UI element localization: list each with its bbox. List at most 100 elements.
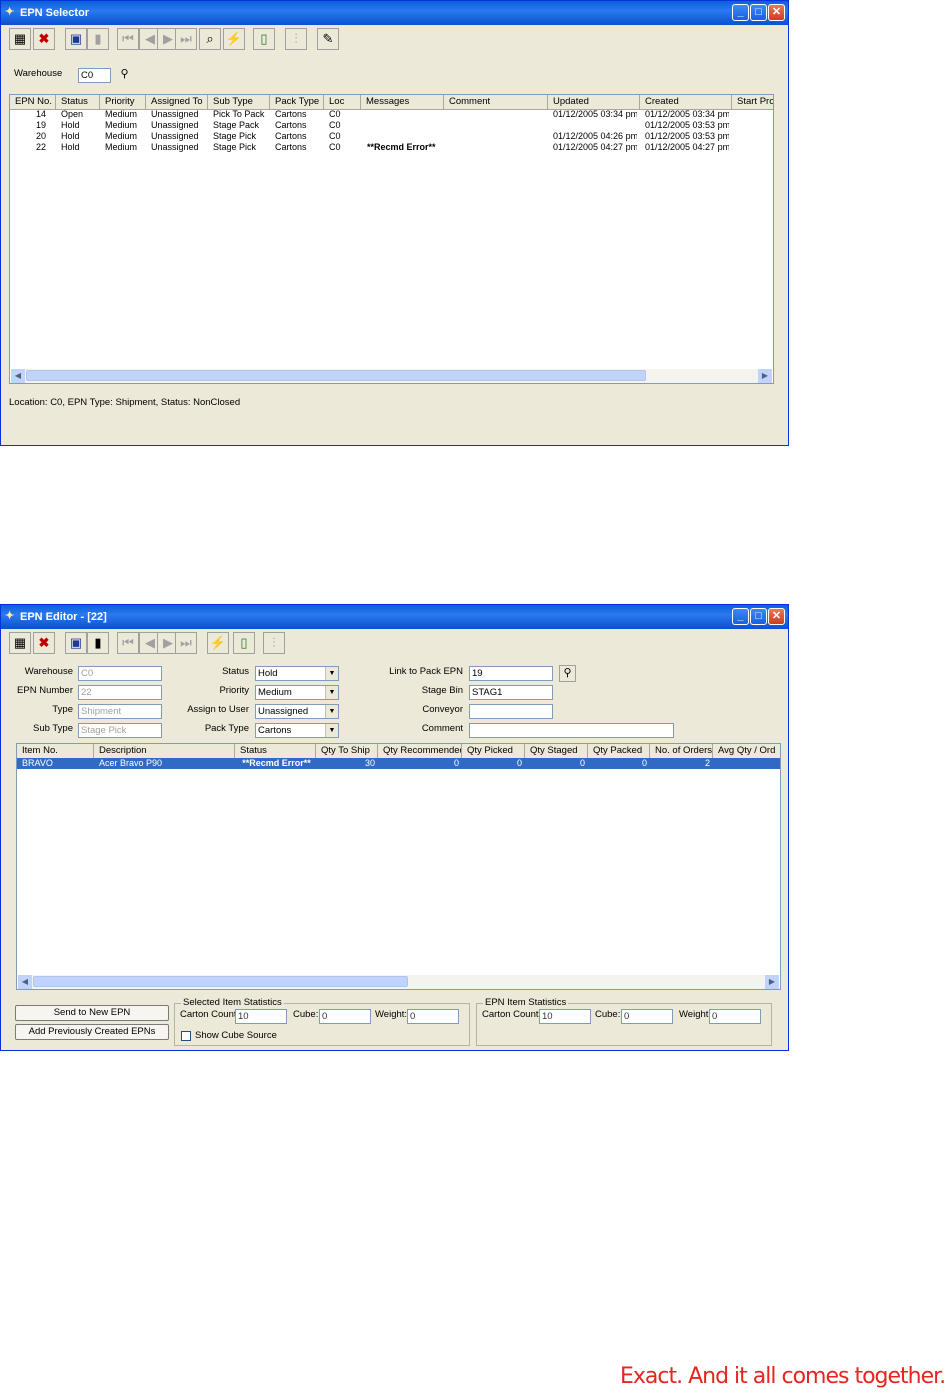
item-grid[interactable]: Item No. Description Status Qty To Ship Qty …: [16, 743, 781, 990]
stage-bin-field[interactable]: STAG1: [469, 685, 553, 700]
status-value: Hold: [258, 668, 278, 679]
save-icon[interactable]: ▣: [65, 28, 87, 50]
column-header[interactable]: Sub Type: [208, 95, 270, 109]
binoculars-icon[interactable]: ⚲: [559, 665, 576, 682]
scroll-thumb[interactable]: [26, 370, 646, 381]
editor-warehouse-field[interactable]: C0: [78, 666, 162, 681]
minimize-button[interactable]: _: [732, 608, 749, 625]
close-button[interactable]: ✕: [768, 608, 785, 625]
column-header[interactable]: Updated: [548, 95, 640, 109]
last-record-icon[interactable]: ⏭: [175, 28, 197, 50]
scroll-thumb[interactable]: [33, 976, 408, 987]
pack-type-select[interactable]: Cartons ▼: [255, 723, 339, 738]
epn-number-field[interactable]: 22: [78, 685, 162, 700]
table-cell: **Recmd Error**: [367, 142, 436, 152]
chevron-down-icon[interactable]: ▼: [325, 667, 338, 680]
column-header[interactable]: Start Proce: [732, 95, 773, 109]
minimize-button[interactable]: _: [732, 4, 749, 21]
editor-title: EPN Editor - [22]: [20, 611, 107, 623]
chart-icon[interactable]: ⫶: [285, 28, 307, 50]
process-icon[interactable]: ⚡: [207, 632, 229, 654]
save-icon[interactable]: ▣: [65, 632, 87, 654]
maximize-button[interactable]: □: [750, 608, 767, 625]
column-header[interactable]: Qty To Ship: [316, 744, 378, 758]
column-header[interactable]: Pack Type: [270, 95, 324, 109]
selected-cube-field: 0: [319, 1009, 371, 1024]
trash-icon[interactable]: ▮: [87, 28, 109, 50]
process-icon[interactable]: ⚡: [223, 28, 245, 50]
first-record-icon[interactable]: ⏮: [117, 632, 139, 654]
send-to-new-epn-button[interactable]: Send to New EPN: [15, 1005, 169, 1021]
chevron-down-icon[interactable]: ▼: [325, 686, 338, 699]
column-header[interactable]: Item No.: [17, 744, 94, 758]
table-cell: 01/12/2005 04:26 pm: [553, 131, 637, 141]
priority-select[interactable]: Medium ▼: [255, 685, 339, 700]
link-pack-epn-label: Link to Pack EPN: [389, 666, 463, 677]
delete-icon[interactable]: ✖: [33, 632, 55, 654]
type-field[interactable]: Shipment: [78, 704, 162, 719]
assign-user-value: Unassigned: [258, 706, 309, 717]
scroll-right-icon[interactable]: ▶: [765, 975, 779, 989]
table-row[interactable]: 22 Hold Medium Unassigned Stage Pick Cartons C…: [10, 142, 773, 153]
column-header[interactable]: Avg Qty / Ord: [713, 744, 780, 758]
sub-type-field[interactable]: Stage Pick: [78, 723, 162, 738]
add-previously-created-epns-button[interactable]: Add Previously Created EPNs: [15, 1024, 169, 1040]
epn-item-statistics-title: EPN Item Statistics: [483, 997, 569, 1008]
item-grid-hscrollbar[interactable]: ◀ ▶: [18, 975, 779, 989]
column-header[interactable]: Qty Recommended: [378, 744, 462, 758]
column-header[interactable]: Loc: [324, 95, 361, 109]
table-row[interactable]: BRAVO Acer Bravo P90 **Recmd Error** 30 0 0 0 0…: [17, 758, 780, 769]
maximize-button[interactable]: □: [750, 4, 767, 21]
first-record-icon[interactable]: ⏮: [117, 28, 139, 50]
selector-title-bar[interactable]: ✦ EPN Selector _ □ ✕: [1, 1, 788, 25]
column-header[interactable]: Qty Packed: [588, 744, 650, 758]
column-header[interactable]: Qty Picked: [462, 744, 525, 758]
column-header[interactable]: Qty Staged: [525, 744, 588, 758]
column-header[interactable]: Description: [94, 744, 235, 758]
column-header[interactable]: EPN No.: [10, 95, 56, 109]
scroll-left-icon[interactable]: ◀: [18, 975, 32, 989]
new-icon[interactable]: ▦: [9, 28, 31, 50]
find-icon[interactable]: ⌕: [199, 28, 221, 50]
column-header[interactable]: Created: [640, 95, 732, 109]
assign-user-select[interactable]: Unassigned ▼: [255, 704, 339, 719]
selected-cube-label: Cube:: [293, 1009, 319, 1020]
status-select[interactable]: Hold ▼: [255, 666, 339, 681]
table-row[interactable]: 20 Hold Medium Unassigned Stage Pick Cartons C…: [10, 131, 773, 142]
column-header[interactable]: Status: [56, 95, 100, 109]
chart-icon[interactable]: ⫶: [263, 632, 285, 654]
column-header[interactable]: Status: [235, 744, 316, 758]
column-header[interactable]: Assigned To: [146, 95, 208, 109]
link-pack-epn-field[interactable]: 19: [469, 666, 553, 681]
table-row[interactable]: 19 Hold Medium Unassigned Stage Pack Cartons C…: [10, 120, 773, 131]
selector-warehouse-field[interactable]: C0: [78, 68, 111, 83]
column-header[interactable]: No. of Orders: [650, 744, 713, 758]
comment-field[interactable]: [469, 723, 674, 738]
scroll-right-icon[interactable]: ▶: [758, 369, 772, 383]
table-cell: 19: [35, 120, 46, 130]
column-header[interactable]: Comment: [444, 95, 548, 109]
door-icon[interactable]: ▯: [233, 632, 255, 654]
delete-icon[interactable]: ✖: [33, 28, 55, 50]
conveyor-field[interactable]: [469, 704, 553, 719]
show-cube-source-checkbox[interactable]: [181, 1031, 191, 1041]
table-cell: [449, 142, 545, 153]
close-button[interactable]: ✕: [768, 4, 785, 21]
table-row[interactable]: 14 Open Medium Unassigned Pick To Pack Carton…: [10, 109, 773, 120]
new-icon[interactable]: ▦: [9, 632, 31, 654]
column-header[interactable]: Messages: [361, 95, 444, 109]
door-icon[interactable]: ▯: [253, 28, 275, 50]
trash-icon[interactable]: ▮: [87, 632, 109, 654]
table-cell: [367, 120, 442, 131]
column-header[interactable]: Priority: [100, 95, 146, 109]
epn-list-grid[interactable]: EPN No. Status Priority Assigned To Sub Type…: [9, 94, 774, 384]
table-cell: 0: [516, 758, 522, 768]
scroll-left-icon[interactable]: ◀: [11, 369, 25, 383]
edit-icon[interactable]: ✎: [317, 28, 339, 50]
chevron-down-icon[interactable]: ▼: [325, 705, 338, 718]
binoculars-icon[interactable]: ⚲: [116, 67, 133, 84]
last-record-icon[interactable]: ⏭: [175, 632, 197, 654]
epn-list-hscrollbar[interactable]: ◀ ▶: [11, 369, 772, 383]
chevron-down-icon[interactable]: ▼: [325, 724, 338, 737]
editor-title-bar[interactable]: ✦ EPN Editor - [22] _ □ ✕: [1, 605, 788, 629]
